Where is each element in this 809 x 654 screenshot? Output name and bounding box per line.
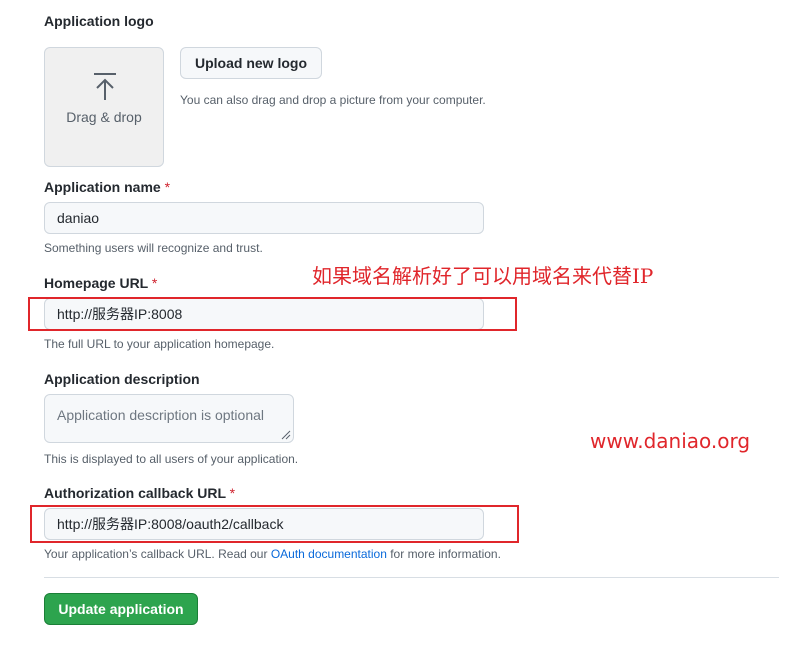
description-label: Application description <box>44 371 200 387</box>
form-divider <box>44 577 779 578</box>
app-name-help-text: Something users will recognize and trust… <box>44 241 263 255</box>
drag-drop-label: Drag & drop <box>66 109 142 125</box>
callback-url-label-text: Authorization callback URL <box>44 485 226 501</box>
callback-help-prefix: Your application’s callback URL. Read ou… <box>44 547 271 561</box>
upload-logo-button[interactable]: Upload new logo <box>180 47 322 79</box>
callback-url-label: Authorization callback URL * <box>44 485 235 501</box>
required-marker: * <box>151 275 158 291</box>
description-placeholder: Application description is optional <box>57 407 265 423</box>
app-name-label-text: Application name <box>44 179 161 195</box>
homepage-help-text: The full URL to your application homepag… <box>44 337 275 351</box>
logo-dropzone[interactable]: Drag & drop <box>44 47 164 167</box>
app-name-label: Application name * <box>44 179 170 195</box>
required-marker: * <box>229 485 236 501</box>
upload-arrow-icon <box>94 73 116 100</box>
callback-highlight-box <box>30 505 519 543</box>
callback-help-suffix: for more information. <box>386 547 501 561</box>
resize-handle-icon[interactable] <box>281 430 291 440</box>
app-name-input[interactable]: daniao <box>44 202 484 234</box>
homepage-highlight-box <box>28 297 517 331</box>
domain-tip-annotation: 如果域名解析好了可以用域名来代替IP <box>312 264 654 288</box>
description-textarea[interactable]: Application description is optional <box>44 394 294 443</box>
description-help-text: This is displayed to all users of your a… <box>44 452 299 466</box>
logo-help-text: You can also drag and drop a picture fro… <box>180 93 486 107</box>
required-marker: * <box>164 179 171 195</box>
callback-help-text: Your application’s callback URL. Read ou… <box>44 547 501 561</box>
update-application-button[interactable]: Update application <box>44 593 198 625</box>
logo-section-label: Application logo <box>44 13 154 29</box>
oauth-docs-link[interactable]: OAuth documentation <box>271 547 387 561</box>
homepage-url-label-text: Homepage URL <box>44 275 148 291</box>
site-watermark: www.daniao.org <box>590 429 751 453</box>
homepage-url-label: Homepage URL * <box>44 275 157 291</box>
